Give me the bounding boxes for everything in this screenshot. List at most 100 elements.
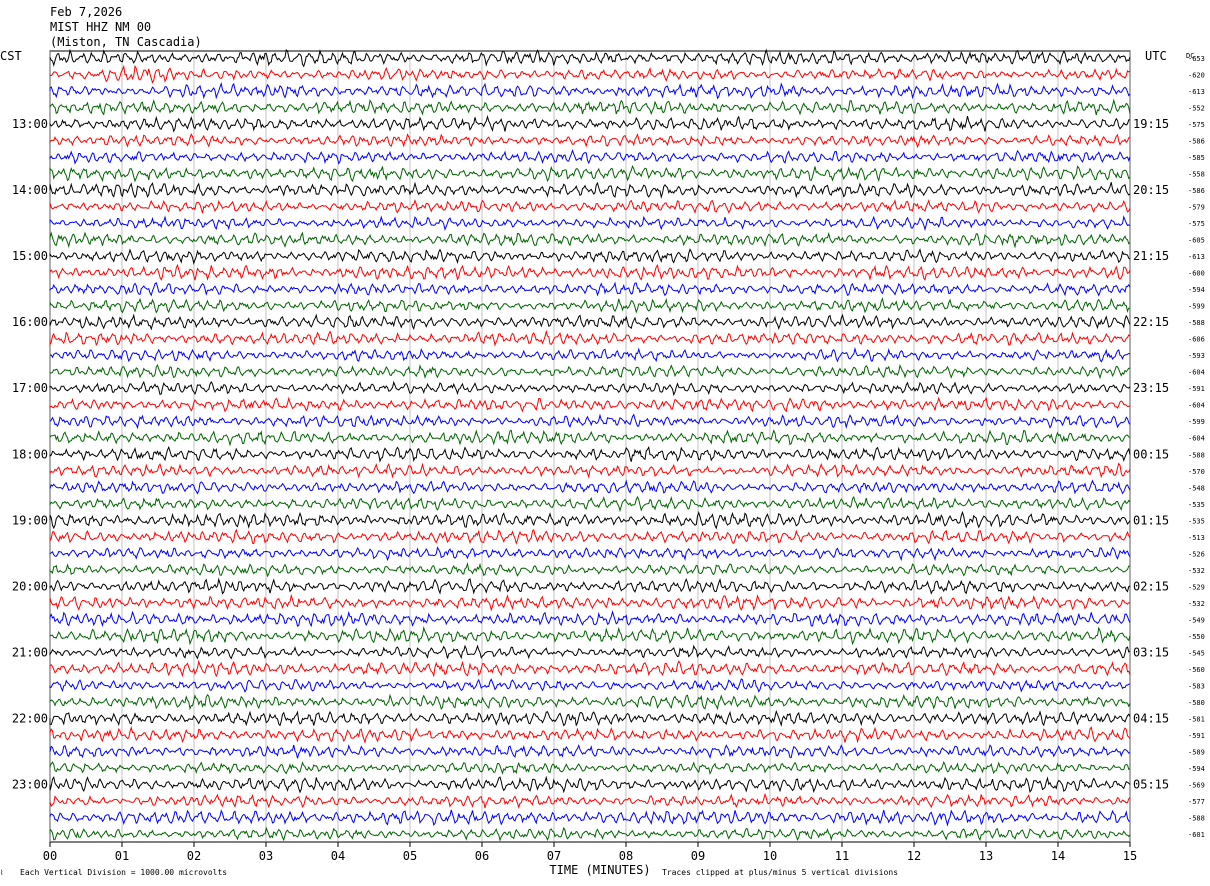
seismic-trace (49, 297, 1131, 314)
seismic-trace (49, 281, 1131, 297)
x-tick-label: 06 (475, 849, 489, 863)
utc-axis-label: UTC (1145, 49, 1167, 63)
dc-offset-label: -569 (1188, 781, 1205, 789)
dc-offset-label: -605 (1188, 237, 1205, 245)
cst-axis-label: CST (0, 49, 22, 63)
dc-offset-label: -593 (1188, 352, 1205, 360)
seismic-trace (49, 98, 1131, 116)
dc-offset-label: -599 (1188, 418, 1205, 426)
dc-offset-label: -535 (1188, 501, 1205, 509)
dc-offset-label: -581 (1188, 715, 1205, 723)
seismic-trace (49, 625, 1131, 646)
dc-offset-label: -560 (1188, 666, 1205, 674)
seismic-trace (49, 577, 1131, 595)
utc-hour-label: 02:15 (1133, 579, 1169, 593)
cst-hour-label: 16:00 (12, 315, 48, 329)
dc-offset-label: -604 (1188, 435, 1205, 443)
seismic-trace (49, 445, 1131, 463)
seismic-trace (49, 495, 1131, 513)
utc-hour-label: 21:15 (1133, 249, 1169, 263)
dc-offset-label: -513 (1188, 534, 1205, 542)
seismic-trace (49, 659, 1131, 678)
x-tick-label: 07 (547, 849, 561, 863)
seismic-trace (49, 313, 1131, 331)
seismic-trace (49, 429, 1131, 447)
utc-hour-label: 00:15 (1133, 447, 1169, 461)
dc-offset-label: -583 (1188, 682, 1205, 690)
cst-hour-label: 19:00 (12, 513, 48, 527)
dc-offset-label: -577 (1188, 798, 1205, 806)
seismic-trace (49, 114, 1130, 133)
dc-offset-label: -589 (1188, 748, 1205, 756)
dc-offset-label: -600 (1188, 270, 1205, 278)
utc-hour-label: 04:15 (1133, 711, 1169, 725)
seismic-trace (49, 610, 1131, 628)
seismic-trace (49, 132, 1131, 149)
dc-offset-label: -526 (1188, 550, 1205, 558)
utc-hour-label: 03:15 (1133, 645, 1169, 659)
seismic-trace (49, 809, 1131, 827)
x-tick-label: 10 (763, 849, 777, 863)
dc-offset-label: -535 (1188, 517, 1205, 525)
seismic-trace (49, 479, 1131, 495)
seismic-trace (49, 346, 1131, 363)
seismic-trace (49, 693, 1131, 711)
dc-offset-label: -591 (1188, 732, 1205, 740)
dc-offset-label: -604 (1188, 369, 1205, 377)
x-tick-label: 00 (43, 849, 57, 863)
plot-frame (49, 50, 1131, 843)
clip-note: Traces clipped at plus/minus 5 vertical … (662, 868, 899, 877)
scale-icon: ⌇ (0, 869, 4, 877)
x-tick-label: 09 (691, 849, 705, 863)
seismic-trace (49, 644, 1131, 660)
seismic-trace (49, 181, 1131, 199)
utc-hour-label: 01:15 (1133, 513, 1169, 527)
seismic-trace (49, 510, 1131, 530)
cst-hour-label: 20:00 (12, 579, 48, 593)
seismic-trace (49, 329, 1131, 347)
seismic-trace (49, 744, 1131, 760)
dc-offset-label: -591 (1188, 385, 1205, 393)
seismic-trace (49, 413, 1131, 430)
x-tick-label: 03 (259, 849, 273, 863)
cst-hour-label: 14:00 (12, 183, 48, 197)
dc-offset-label: -599 (1188, 303, 1205, 311)
seismic-trace (49, 528, 1131, 545)
dc-offset-label: -601 (1188, 831, 1205, 839)
x-tick-label: 13 (979, 849, 993, 863)
x-tick-label: 01 (115, 849, 129, 863)
dc-offset-label: -575 (1188, 220, 1205, 228)
dc-offset-label: -620 (1188, 72, 1205, 80)
dc-offset-label: -594 (1188, 286, 1205, 294)
dc-offset-label: -588 (1188, 451, 1205, 459)
utc-hour-label: 19:15 (1133, 117, 1169, 131)
dc-offset-label: -549 (1188, 616, 1205, 624)
dc-offset-label: -594 (1188, 765, 1205, 773)
cst-hour-label: 23:00 (12, 777, 48, 791)
dc-offset-label: -604 (1188, 402, 1205, 410)
seismic-trace (49, 164, 1131, 183)
dc-offset-label: -586 (1188, 187, 1205, 195)
dc-offset-label: -580 (1188, 699, 1205, 707)
dc-offset-label: -586 (1188, 138, 1205, 146)
seismic-trace (49, 231, 1131, 249)
dc-offset-label: -545 (1188, 649, 1205, 657)
dc-offset-label: -588 (1188, 814, 1205, 822)
seismic-trace (49, 64, 1131, 84)
seismic-trace (49, 709, 1131, 728)
seismic-trace (49, 199, 1131, 215)
dc-offset-label: -653 (1188, 55, 1205, 63)
cst-hour-label: 17:00 (12, 381, 48, 395)
x-tick-label: 02 (187, 849, 201, 863)
scale-note: Each Vertical Division = 1000.00 microvo… (20, 868, 228, 877)
utc-hour-label: 20:15 (1133, 183, 1169, 197)
dc-offset-label: -575 (1188, 121, 1205, 129)
seismic-trace (49, 148, 1131, 165)
dc-offset-label: -548 (1188, 484, 1205, 492)
x-tick-label: 15 (1123, 849, 1137, 863)
seismic-trace (49, 678, 1131, 693)
cst-hour-label: 18:00 (12, 447, 48, 461)
seismic-trace (49, 775, 1131, 794)
x-axis-label: TIME (MINUTES) (549, 863, 650, 877)
utc-hour-label: 22:15 (1133, 315, 1169, 329)
